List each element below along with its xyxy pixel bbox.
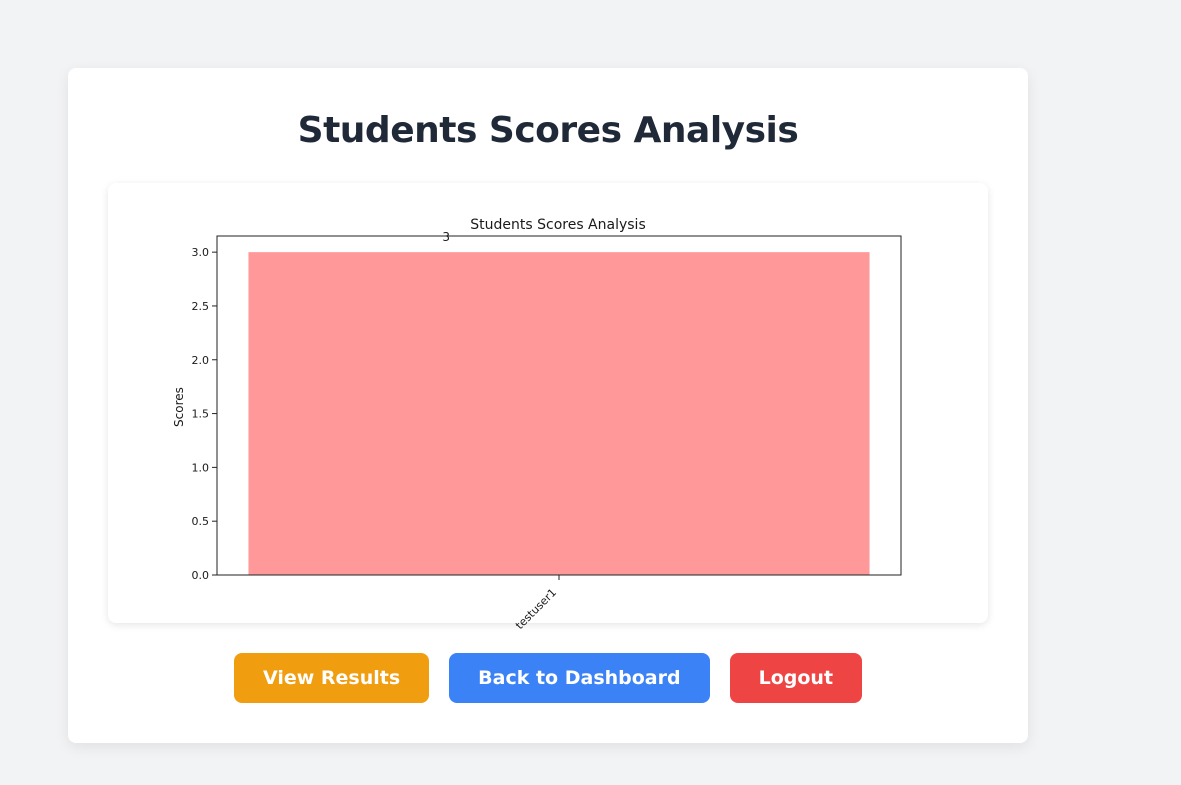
- chart-title: Students Scores Analysis: [470, 217, 646, 233]
- y-tick-label: 3.0: [192, 246, 210, 259]
- y-tick-label: 0.0: [192, 569, 210, 582]
- back-to-dashboard-button[interactable]: Back to Dashboard: [449, 653, 710, 703]
- logout-button[interactable]: Logout: [729, 653, 863, 703]
- y-tick-label: 1.0: [192, 461, 210, 474]
- y-tick-label: 2.5: [192, 300, 210, 313]
- y-tick-label: 1.5: [192, 408, 210, 421]
- bar-data-label: 3: [442, 230, 450, 244]
- view-results-button[interactable]: View Results: [233, 653, 430, 703]
- y-axis-label: Scores: [172, 387, 186, 427]
- scores-bar-chart: Students Scores Analysis Scores 0.0 0.5 1.…: [172, 217, 902, 632]
- page-title: Students Scores Analysis: [297, 110, 799, 151]
- y-tick-label: 2.0: [192, 354, 210, 367]
- action-buttons: View Results Back to Dashboard Logout: [0, 653, 1096, 703]
- y-tick-label: 0.5: [192, 515, 210, 528]
- x-tick-label: testuser1: [513, 586, 559, 632]
- bar: [248, 252, 870, 575]
